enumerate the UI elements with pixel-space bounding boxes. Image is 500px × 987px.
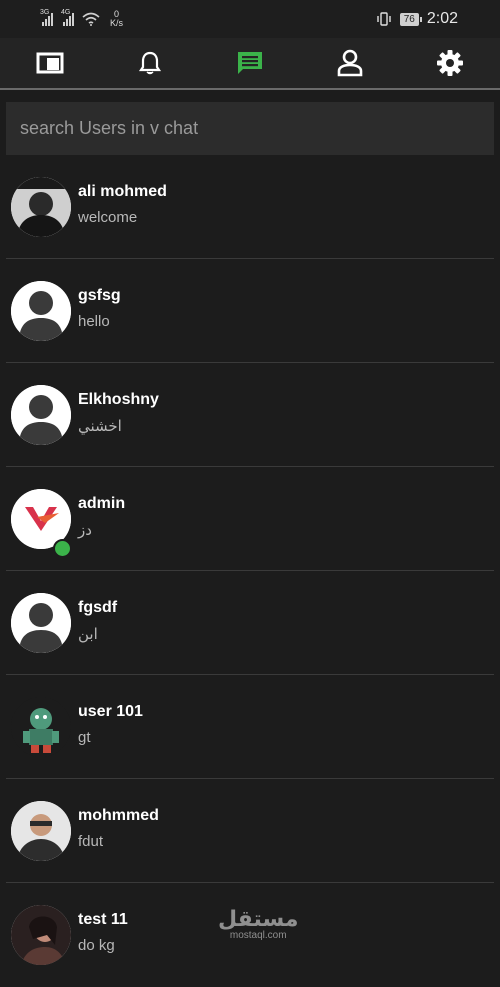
tab-notifications[interactable] [100,38,200,88]
avatar [11,697,71,757]
battery-indicator: 76 [399,12,423,26]
status-right: 76 2:02 [376,10,458,28]
cartoon-avatar [11,697,71,757]
cell-signal-icon-2: 4G [61,9,74,26]
top-nav [0,38,500,90]
default-avatar-icon [11,281,71,341]
status-left: 3G 4G 0 K/s [40,9,123,28]
conversation-row[interactable]: admin دز [6,467,494,571]
bell-icon [138,51,162,75]
status-bar: 3G 4G 0 K/s 76 2:02 [0,0,500,38]
avatar [11,385,71,445]
online-indicator [53,539,72,558]
contact-name: Elkhoshny [78,391,159,408]
contact-name: fgsdf [78,599,118,616]
watermark-latin: mostaql.com [229,930,287,941]
conversation-row[interactable]: Elkhoshny اخشني [6,363,494,467]
default-avatar-icon [11,593,71,653]
default-avatar-icon [11,385,71,445]
watermark-arabic: مستقل [218,906,299,931]
contact-name: ali mohmed [78,183,167,200]
contact-name: admin [78,495,126,512]
clock: 2:02 [426,10,458,27]
vibrate-icon [377,12,391,26]
last-message: do kg [78,937,115,954]
wifi-icon [82,12,100,26]
person-icon [337,49,363,77]
window-icon [36,52,64,74]
tab-profile[interactable] [300,38,400,88]
network-speed: 0 K/s [110,10,123,28]
avatar-photo [11,177,71,237]
avatar [11,593,71,653]
network-type-label: 3G [40,9,50,16]
avatar [11,177,71,237]
last-message: دز [78,522,92,539]
last-message: gt [78,729,91,746]
contact-name: user 101 [78,703,143,720]
avatar-photo [11,801,71,861]
avatar [11,281,71,341]
contact-name: gsfsg [78,287,121,304]
cell-signal-icon: 3G [40,9,53,26]
tab-chats[interactable] [200,38,300,88]
watermark: مستقل mostaql.com [218,906,299,942]
avatar [11,905,71,965]
tab-feed[interactable] [0,38,100,88]
conversation-row[interactable]: gsfsg hello [6,259,494,363]
last-message: hello [78,313,110,330]
last-message: welcome [78,209,138,226]
speed-unit: K/s [110,18,124,28]
contact-name: mohmmed [78,807,159,824]
search-input[interactable] [6,102,494,155]
conversation-row[interactable]: user 101 gt [6,675,494,779]
avatar [11,801,71,861]
last-message: fdut [78,833,104,850]
conversation-row[interactable]: ali mohmed welcome [6,155,494,259]
last-message: ابن [78,626,98,643]
tab-settings[interactable] [400,38,500,88]
chat-icon [238,52,262,74]
conversation-row[interactable]: fgsdf ابن [6,571,494,675]
network-type-label-2: 4G [61,9,71,16]
conversation-list: ali mohmed welcome gsfsg hello Elkhoshny… [0,155,500,987]
contact-name: test 11 [78,911,128,928]
avatar-photo [11,905,71,965]
gear-icon [437,50,463,76]
last-message: اخشني [78,418,122,435]
conversation-row[interactable]: mohmmed fdut [6,779,494,883]
